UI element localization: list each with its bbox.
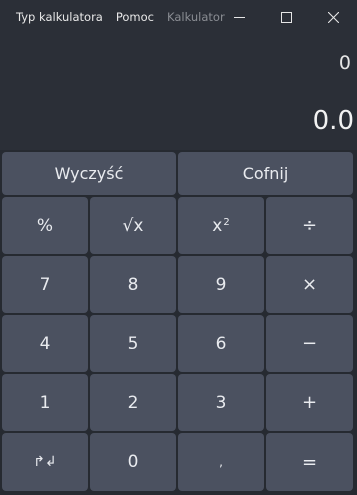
digit-5-button[interactable]: 5: [90, 315, 176, 372]
expression-display: 0: [338, 52, 351, 74]
digit-8-button[interactable]: 8: [90, 256, 176, 313]
equals-button[interactable]: =: [266, 433, 353, 491]
minus-button[interactable]: −: [266, 315, 353, 372]
minimize-icon: [234, 16, 245, 18]
digit-1-button[interactable]: 1: [2, 374, 88, 431]
menu-calculator-type[interactable]: Typ kalkulatora: [16, 10, 103, 24]
title-bar: Typ kalkulatora Pomoc Kalkulator: [0, 0, 357, 34]
square-base-label: x: [212, 215, 223, 236]
plus-button[interactable]: +: [266, 374, 353, 431]
menu-bar: Typ kalkulatora Pomoc Kalkulator: [0, 10, 238, 24]
digit-4-button[interactable]: 4: [2, 315, 88, 372]
calculator-window: Typ kalkulatora Pomoc Kalkulator 0 0.0 W…: [0, 0, 357, 495]
minimize-button[interactable]: [216, 0, 263, 34]
digit-2-button[interactable]: 2: [90, 374, 176, 431]
maximize-icon: [281, 11, 292, 23]
square-button[interactable]: x2: [178, 197, 264, 254]
menu-help[interactable]: Pomoc: [116, 10, 154, 24]
square-exponent-label: 2: [223, 217, 230, 228]
maximize-button[interactable]: [263, 0, 310, 34]
multiply-button[interactable]: ×: [266, 256, 353, 313]
result-display: 0.0: [312, 106, 354, 136]
digit-7-button[interactable]: 7: [2, 256, 88, 313]
sqrt-button[interactable]: √x: [90, 197, 176, 254]
close-icon: [328, 11, 339, 23]
close-button[interactable]: [310, 0, 357, 34]
decimal-button[interactable]: ,: [178, 433, 264, 491]
digit-0-button[interactable]: 0: [90, 433, 176, 491]
digit-6-button[interactable]: 6: [178, 315, 264, 372]
clear-button[interactable]: Wyczyść: [2, 152, 176, 195]
keypad: Wyczyść Cofnij % √x x2 ÷ 7 8 9 × 4 5 6 −…: [0, 150, 357, 495]
backspace-button[interactable]: Cofnij: [178, 152, 353, 195]
display-area: 0 0.0: [0, 34, 357, 150]
digit-3-button[interactable]: 3: [178, 374, 264, 431]
sign-toggle-button[interactable]: ↱↲: [2, 433, 88, 491]
percent-button[interactable]: %: [2, 197, 88, 254]
window-controls: [216, 0, 357, 34]
divide-button[interactable]: ÷: [266, 197, 353, 254]
digit-9-button[interactable]: 9: [178, 256, 264, 313]
